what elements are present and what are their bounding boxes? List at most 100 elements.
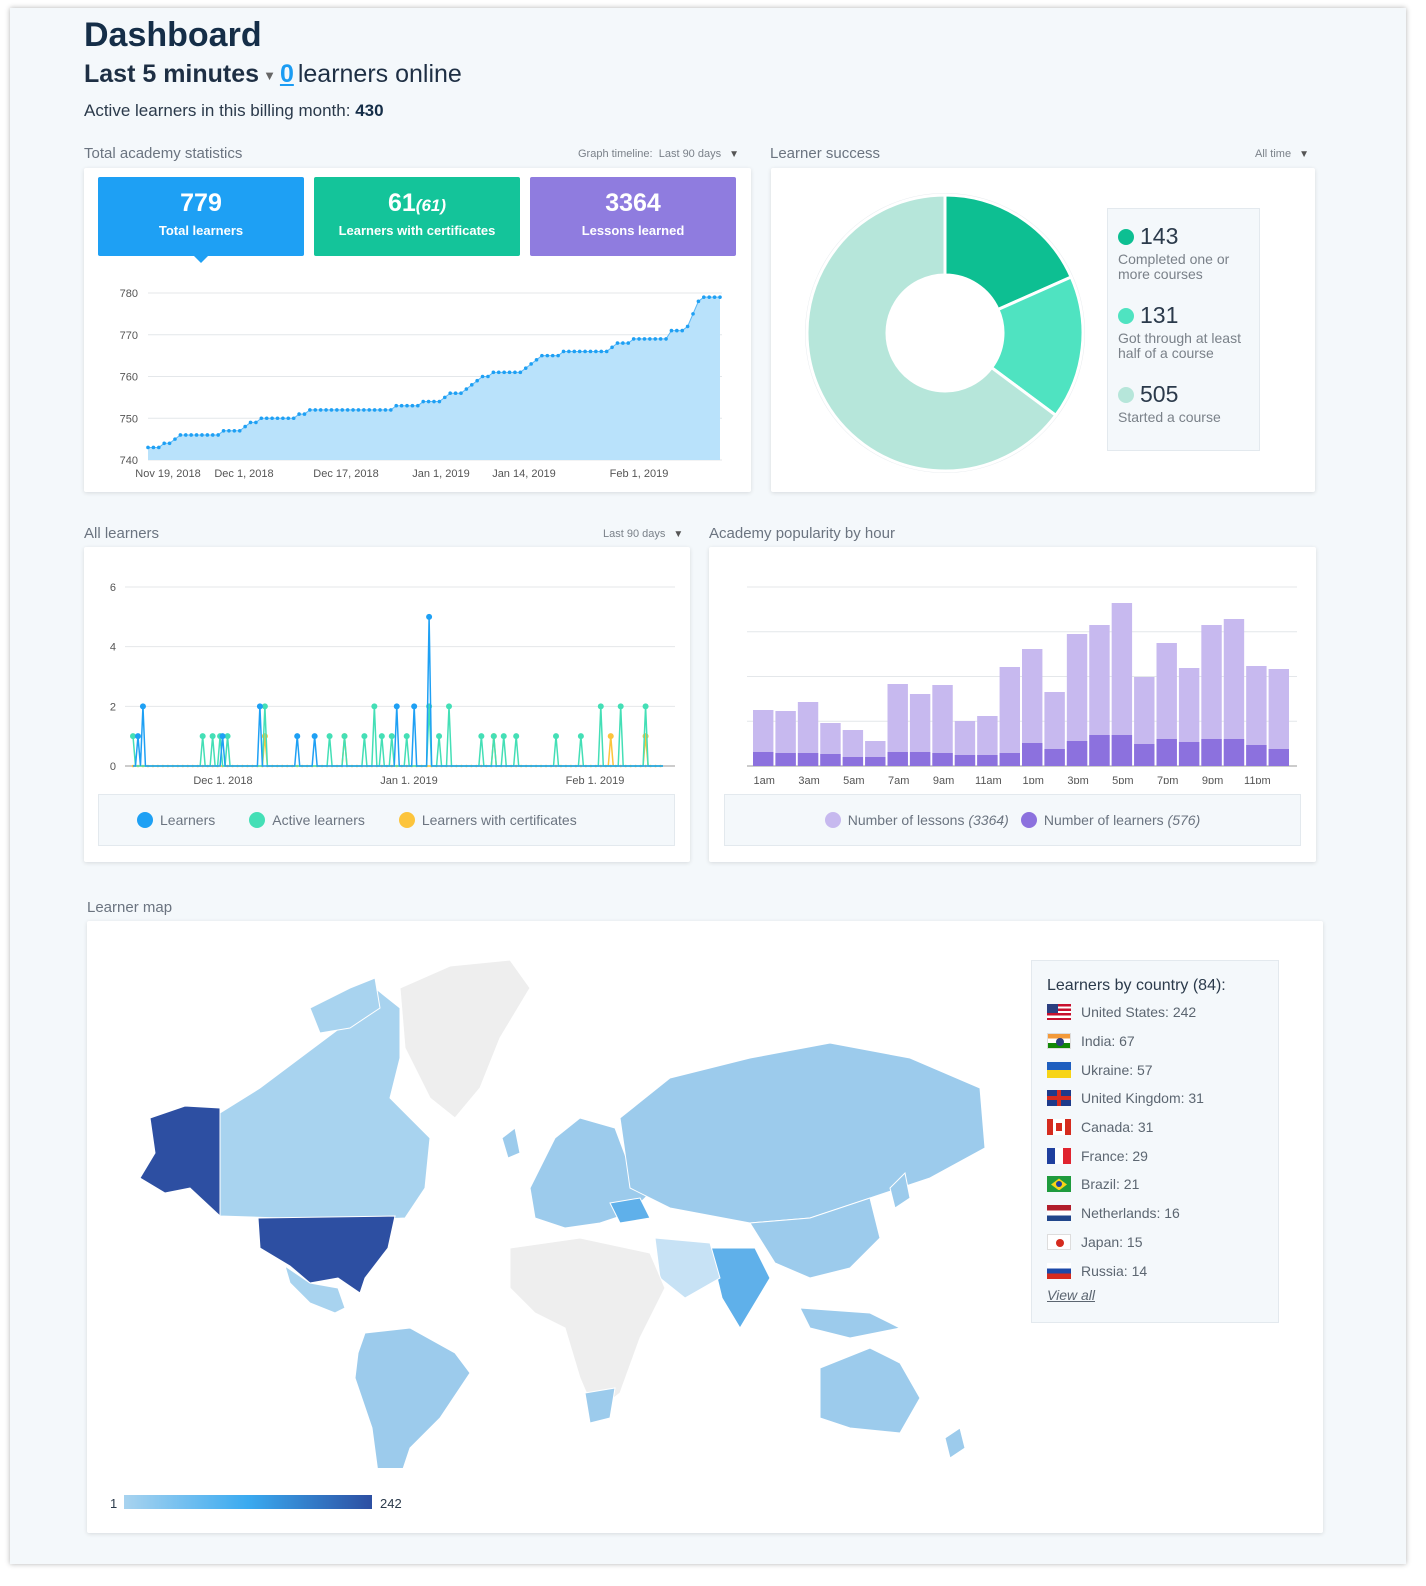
map-scale-bar (124, 1495, 372, 1509)
data-point (513, 733, 520, 740)
x-tick-label: Nov 19, 2018 (135, 468, 200, 480)
data-point (426, 613, 433, 620)
x-tick-label: 11am (975, 775, 1002, 784)
bar-lessons (999, 667, 1020, 766)
data-point (437, 399, 442, 404)
data-point (607, 733, 614, 740)
country-label: Netherlands: 16 (1081, 1205, 1180, 1222)
x-tick-label: 7am (888, 775, 909, 784)
completed-label: Completed one or more courses (1118, 251, 1230, 282)
lessons-tile[interactable]: 3364 Lessons learned (530, 177, 736, 256)
chevron-down-icon[interactable]: ▼ (263, 68, 276, 83)
bar-learners (1246, 745, 1267, 766)
data-point (446, 703, 453, 710)
data-point (669, 328, 674, 333)
data-point (696, 299, 701, 304)
country-label: France: 29 (1081, 1147, 1148, 1164)
legend-total: (576) (1167, 812, 1201, 828)
map-region-russia (619, 1042, 986, 1224)
started-value: 505 (1140, 381, 1179, 407)
bar-learners (1178, 742, 1200, 766)
bar-learners (954, 755, 976, 766)
online-count-link[interactable]: 0 (280, 60, 294, 88)
total-learners-label: Total learners (158, 223, 244, 238)
half-label: Got through at least half of a course (1118, 330, 1241, 361)
x-tick-label: 9am (933, 775, 954, 784)
data-point (302, 412, 307, 416)
legend-active-learners[interactable]: Active learners (249, 812, 365, 828)
certificates-value-paren: (61) (415, 196, 447, 215)
data-point (162, 441, 166, 446)
world-map[interactable] (110, 948, 990, 1468)
data-point (658, 337, 663, 341)
data-point (403, 733, 410, 740)
legend-label: Number of learners (1043, 812, 1164, 828)
data-point (199, 733, 206, 740)
country-row: United Kingdom: 31 (1047, 1084, 1263, 1113)
success-filter-dropdown[interactable]: All time ▼ (1255, 148, 1309, 160)
total-learners-value: 779 (180, 189, 222, 217)
country-row: India: 67 (1047, 1027, 1263, 1056)
certificates-label: Learners with certificates (338, 223, 496, 238)
data-point (297, 412, 301, 416)
data-point (351, 408, 355, 412)
country-row: Ukraine: 57 (1047, 1055, 1263, 1084)
country-row: Brazil: 21 (1047, 1170, 1263, 1199)
data-point (237, 428, 242, 433)
map-region-india (709, 1247, 771, 1329)
bar-learners (1111, 735, 1133, 766)
data-point (583, 349, 587, 354)
area-fill (148, 297, 720, 460)
data-point (356, 408, 361, 412)
country-row: United States: 242 (1047, 998, 1263, 1027)
data-point (642, 337, 647, 341)
data-point (436, 733, 443, 740)
completed-value: 143 (1140, 223, 1179, 249)
fr-flag-icon (1047, 1147, 1071, 1164)
data-point (194, 433, 199, 437)
legend-learners[interactable]: Learners (137, 812, 215, 828)
bar-learners (820, 754, 841, 766)
data-point (540, 353, 544, 358)
country-label: Brazil: 21 (1081, 1176, 1140, 1193)
all-learners-filter-dropdown[interactable]: Last 90 days ▼ (603, 528, 683, 540)
period-dropdown[interactable]: Last 5 minutes (84, 60, 259, 88)
y-tick-label: 6 (110, 582, 116, 594)
data-point (615, 341, 620, 345)
map-region-south-america (354, 1327, 471, 1468)
data-point (421, 399, 426, 404)
timeline-dropdown[interactable]: Graph timeline: Last 90 days ▼ (578, 148, 739, 160)
bar-learners (1044, 749, 1065, 766)
section-title-all-learners: All learners (84, 525, 160, 542)
certificates-tile[interactable]: 61(61) Learners with certificates (314, 177, 520, 256)
bar-learners (1156, 739, 1177, 766)
view-all-link[interactable]: View all (1047, 1287, 1263, 1303)
data-point (308, 408, 312, 412)
legend-label: Learners (160, 812, 216, 828)
data-point (550, 353, 555, 358)
map-region-indonesia (799, 1307, 902, 1339)
started-dot (1118, 386, 1134, 403)
x-tick-label: 5am (843, 775, 864, 784)
data-point (281, 416, 285, 421)
data-point (597, 703, 604, 710)
total-learners-tile[interactable]: 779 Total learners (98, 177, 304, 256)
success-item-started: 505 Started a course (1118, 381, 1249, 425)
ua-flag-icon (1047, 1061, 1071, 1078)
data-point (311, 733, 318, 740)
data-point (464, 387, 469, 391)
data-point (621, 341, 625, 345)
scale-min: 1 (110, 1496, 118, 1511)
success-filter-value: All time (1255, 148, 1292, 160)
nl-flag-icon (1047, 1205, 1071, 1222)
legend-learners-count[interactable]: Number of learners (576) (1020, 812, 1201, 828)
legend-lessons[interactable]: Number of lessons (3364) (824, 812, 1009, 828)
half-dot (1118, 307, 1134, 324)
bar-learners (1066, 741, 1088, 766)
legend-learners-with-certificates[interactable]: Learners with certificates (398, 812, 577, 828)
bar-learners (842, 757, 864, 766)
bar-learners (775, 753, 796, 766)
bar-learners (1268, 749, 1289, 766)
selected-pointer (194, 256, 208, 263)
y-tick-label: 750 (120, 413, 138, 425)
